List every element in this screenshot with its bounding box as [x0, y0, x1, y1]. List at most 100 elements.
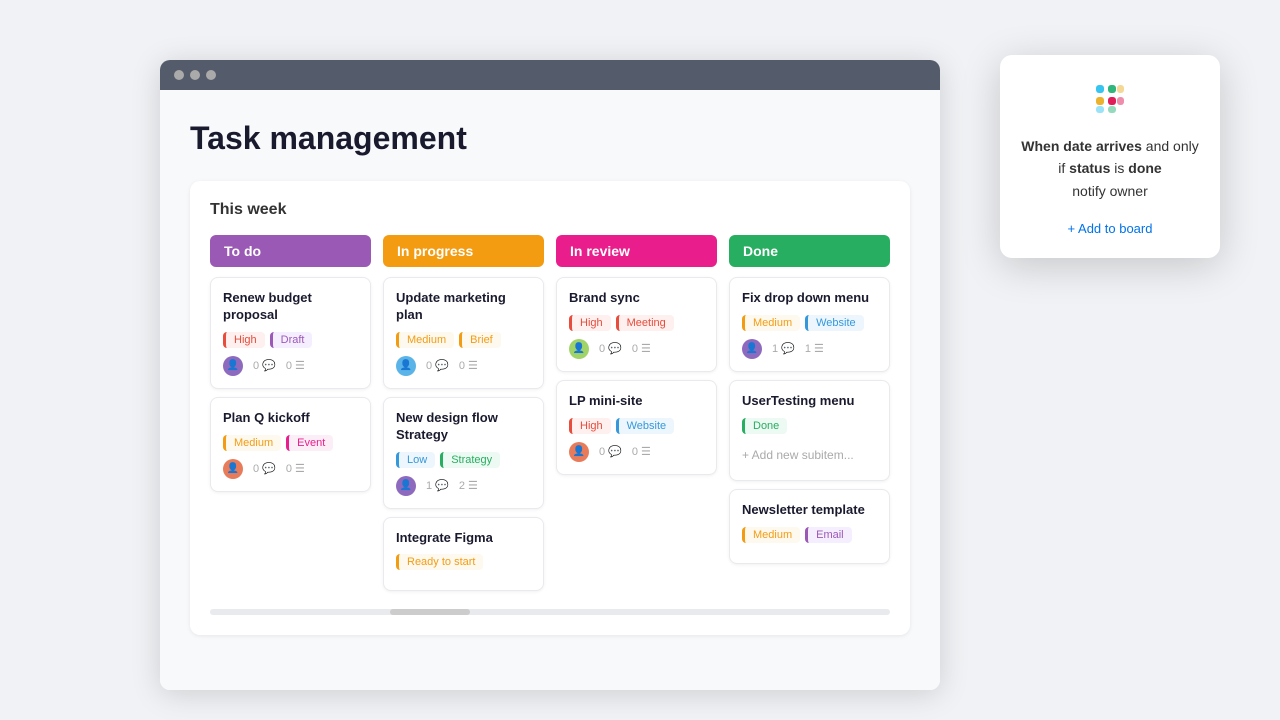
browser-window: Task management This week To do Renew bu…	[160, 60, 940, 690]
tag-low: Low	[396, 452, 435, 468]
avatar: 👤	[223, 459, 243, 479]
card-plan-kickoff[interactable]: Plan Q kickoff Medium Event 👤 0 💬 0 ☰	[210, 397, 371, 492]
comment-count: 0 💬	[599, 445, 622, 458]
card-integrate-figma[interactable]: Integrate Figma Ready to start	[383, 517, 544, 592]
week-label: This week	[210, 201, 890, 219]
tag-done: Done	[742, 418, 787, 434]
tag-medium: Medium	[742, 527, 800, 543]
card-new-design-flow[interactable]: New design flowStrategy Low Strategy 👤 1…	[383, 397, 544, 509]
task-count: 0 ☰	[286, 359, 305, 372]
card-title: Newsletter template	[742, 502, 877, 519]
column-todo: To do Renew budget proposal High Draft 👤…	[210, 235, 371, 599]
card-tags: Ready to start	[396, 554, 531, 570]
slack-icon	[1090, 79, 1130, 119]
slack-popup: When date arrives and only if status is …	[1000, 55, 1220, 258]
card-footer: 👤 0 💬 0 ☰	[223, 459, 358, 479]
add-subitem-button[interactable]: + Add new subitem...	[742, 442, 877, 468]
card-fix-dropdown[interactable]: Fix drop down menu Medium Website 👤 1 💬 …	[729, 277, 890, 372]
avatar: 👤	[396, 476, 416, 496]
column-done: Done Fix drop down menu Medium Website 👤…	[729, 235, 890, 599]
column-header-inprogress: In progress	[383, 235, 544, 267]
tag-email: Email	[805, 527, 852, 543]
slack-logo	[1020, 79, 1200, 119]
tag-high: High	[569, 418, 611, 434]
board-container: This week To do Renew budget proposal Hi…	[190, 181, 910, 635]
browser-dot-2	[190, 70, 200, 80]
comment-count: 0 💬	[253, 462, 276, 475]
card-footer: 👤 0 💬 0 ☰	[569, 442, 704, 462]
task-count: 0 ☰	[632, 445, 651, 458]
card-title: Fix drop down menu	[742, 290, 877, 307]
task-count: 0 ☰	[459, 359, 478, 372]
card-renew-budget[interactable]: Renew budget proposal High Draft 👤 0 💬 0…	[210, 277, 371, 389]
card-title: Update marketing plan	[396, 290, 531, 324]
card-update-marketing[interactable]: Update marketing plan Medium Brief 👤 0 💬…	[383, 277, 544, 389]
comment-count: 1 💬	[772, 342, 795, 355]
popup-description: When date arrives and only if status is …	[1020, 135, 1200, 202]
popup-status: status	[1069, 160, 1110, 176]
card-tags: High Draft	[223, 332, 358, 348]
card-footer: 👤 1 💬 2 ☰	[396, 476, 531, 496]
avatar: 👤	[569, 339, 589, 359]
avatar: 👤	[396, 356, 416, 376]
avatar: 👤	[223, 356, 243, 376]
card-title: LP mini-site	[569, 393, 704, 410]
card-footer: 👤 0 💬 0 ☰	[569, 339, 704, 359]
card-tags: Low Strategy	[396, 452, 531, 468]
card-title: Integrate Figma	[396, 530, 531, 547]
avatar: 👤	[569, 442, 589, 462]
tag-medium: Medium	[396, 332, 454, 348]
browser-dot-3	[206, 70, 216, 80]
tag-medium: Medium	[223, 435, 281, 451]
comment-count: 1 💬	[426, 479, 449, 492]
columns: To do Renew budget proposal High Draft 👤…	[210, 235, 890, 599]
app-content: Task management This week To do Renew bu…	[160, 90, 940, 690]
card-title: New design flowStrategy	[396, 410, 531, 444]
tag-ready: Ready to start	[396, 554, 483, 570]
add-to-board-button[interactable]: + Add to board	[1068, 221, 1153, 236]
tag-meeting: Meeting	[616, 315, 674, 331]
card-tags: Medium Website	[742, 315, 877, 331]
comment-count: 0 💬	[426, 359, 449, 372]
card-brand-sync[interactable]: Brand sync High Meeting 👤 0 💬 0 ☰	[556, 277, 717, 372]
card-tags: Medium Brief	[396, 332, 531, 348]
task-count: 2 ☰	[459, 479, 478, 492]
browser-dot-1	[174, 70, 184, 80]
scrollbar-thumb[interactable]	[390, 609, 470, 615]
card-tags: Medium Event	[223, 435, 358, 451]
card-lp-minisite[interactable]: LP mini-site High Website 👤 0 💬 0 ☰	[556, 380, 717, 475]
comment-count: 0 💬	[599, 342, 622, 355]
tag-draft: Draft	[270, 332, 313, 348]
avatar: 👤	[742, 339, 762, 359]
popup-done: done	[1128, 160, 1161, 176]
card-tags: Done	[742, 418, 877, 434]
card-newsletter[interactable]: Newsletter template Medium Email	[729, 489, 890, 564]
popup-when: When date arrives	[1021, 138, 1142, 154]
scrollbar-track	[210, 609, 890, 615]
card-tags: High Meeting	[569, 315, 704, 331]
card-footer: 👤 0 💬 0 ☰	[396, 356, 531, 376]
card-tags: High Website	[569, 418, 704, 434]
comment-count: 0 💬	[253, 359, 276, 372]
column-header-todo: To do	[210, 235, 371, 267]
card-footer: 👤 0 💬 0 ☰	[223, 356, 358, 376]
card-tags: Medium Email	[742, 527, 877, 543]
column-header-inreview: In review	[556, 235, 717, 267]
column-header-done: Done	[729, 235, 890, 267]
tag-strategy: Strategy	[440, 452, 500, 468]
page-title: Task management	[190, 120, 910, 157]
card-footer: 👤 1 💬 1 ☰	[742, 339, 877, 359]
tag-high: High	[569, 315, 611, 331]
column-inprogress: In progress Update marketing plan Medium…	[383, 235, 544, 599]
tag-medium: Medium	[742, 315, 800, 331]
tag-event: Event	[286, 435, 333, 451]
browser-titlebar	[160, 60, 940, 90]
column-inreview: In review Brand sync High Meeting 👤 0 💬 …	[556, 235, 717, 599]
tag-high: High	[223, 332, 265, 348]
task-count: 1 ☰	[805, 342, 824, 355]
card-title: Plan Q kickoff	[223, 410, 358, 427]
tag-website: Website	[616, 418, 675, 434]
card-title: UserTesting menu	[742, 393, 877, 410]
card-usertesting[interactable]: UserTesting menu Done + Add new subitem.…	[729, 380, 890, 481]
task-count: 0 ☰	[286, 462, 305, 475]
